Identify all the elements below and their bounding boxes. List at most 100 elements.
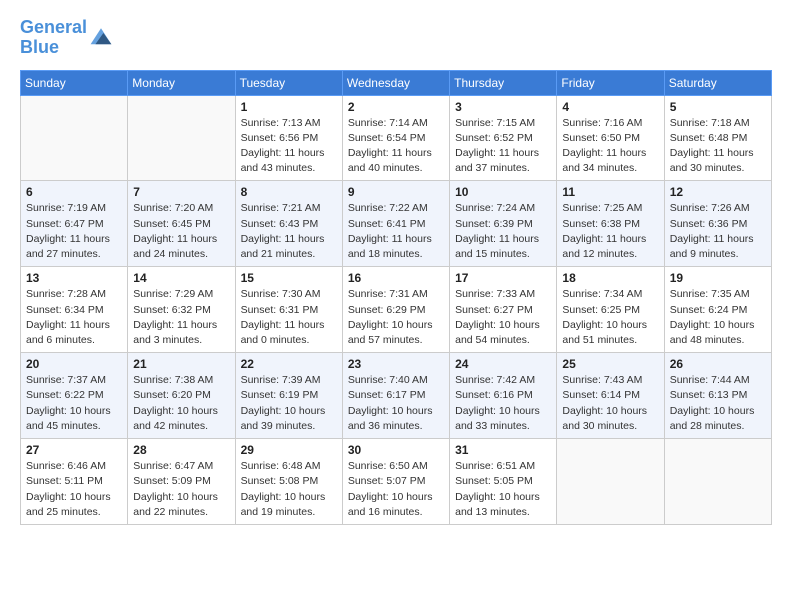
calendar-cell: 23Sunrise: 7:40 AMSunset: 6:17 PMDayligh… xyxy=(342,353,449,439)
day-info: Sunrise: 7:28 AMSunset: 6:34 PMDaylight:… xyxy=(26,287,122,348)
calendar-cell: 26 Sunrise: 7:44 AMSunset: 6:13 PMDayligh… xyxy=(664,353,771,439)
day-number: 3 xyxy=(455,100,551,114)
day-number: 29 xyxy=(241,443,337,457)
calendar-cell: 24 Sunrise: 7:42 AMSunset: 6:16 PMDayligh… xyxy=(450,353,557,439)
weekday-monday: Monday xyxy=(128,70,235,95)
calendar-cell: 1 Sunrise: 7:13 AMSunset: 6:56 PMDaylight… xyxy=(235,95,342,181)
day-info: Sunrise: 7:34 AMSunset: 6:25 PMDaylight:… xyxy=(562,287,658,348)
calendar-cell: 17 Sunrise: 7:33 AMSunset: 6:27 PMDayligh… xyxy=(450,267,557,353)
calendar-cell xyxy=(21,95,128,181)
day-number: 27 xyxy=(26,443,122,457)
weekday-sunday: Sunday xyxy=(21,70,128,95)
day-info: Sunrise: 7:25 AMSunset: 6:38 PMDaylight:… xyxy=(562,201,658,262)
day-number: 2 xyxy=(348,100,444,114)
day-number: 23 xyxy=(348,357,444,371)
calendar-cell: 18 Sunrise: 7:34 AMSunset: 6:25 PMDayligh… xyxy=(557,267,664,353)
day-number: 15 xyxy=(241,271,337,285)
day-number: 26 xyxy=(670,357,766,371)
day-info: Sunrise: 7:20 AMSunset: 6:45 PMDaylight:… xyxy=(133,201,229,262)
calendar-cell: 2 Sunrise: 7:14 AMSunset: 6:54 PMDaylight… xyxy=(342,95,449,181)
weekday-thursday: Thursday xyxy=(450,70,557,95)
calendar-cell xyxy=(664,439,771,525)
day-number: 8 xyxy=(241,185,337,199)
day-info: Sunrise: 7:38 AMSunset: 6:20 PMDaylight:… xyxy=(133,373,229,434)
weekday-friday: Friday xyxy=(557,70,664,95)
weekday-wednesday: Wednesday xyxy=(342,70,449,95)
day-number: 5 xyxy=(670,100,766,114)
day-info: Sunrise: 7:44 AMSunset: 6:13 PMDaylight:… xyxy=(670,373,766,434)
day-number: 12 xyxy=(670,185,766,199)
calendar-cell: 16Sunrise: 7:31 AMSunset: 6:29 PMDayligh… xyxy=(342,267,449,353)
day-info: Sunrise: 7:33 AMSunset: 6:27 PMDaylight:… xyxy=(455,287,551,348)
header: General Blue xyxy=(20,18,772,58)
calendar-cell: 15 Sunrise: 7:30 AMSunset: 6:31 PMDayligh… xyxy=(235,267,342,353)
calendar-cell: 25 Sunrise: 7:43 AMSunset: 6:14 PMDayligh… xyxy=(557,353,664,439)
day-info: Sunrise: 7:18 AMSunset: 6:48 PMDaylight:… xyxy=(670,116,766,177)
day-number: 4 xyxy=(562,100,658,114)
day-info: Sunrise: 7:35 AMSunset: 6:24 PMDaylight:… xyxy=(670,287,766,348)
day-info: Sunrise: 7:43 AMSunset: 6:14 PMDaylight:… xyxy=(562,373,658,434)
logo: General Blue xyxy=(20,18,113,58)
day-info: Sunrise: 6:47 AMSunset: 5:09 PMDaylight:… xyxy=(133,459,229,520)
day-number: 30 xyxy=(348,443,444,457)
day-info: Sunrise: 7:19 AMSunset: 6:47 PMDaylight:… xyxy=(26,201,122,262)
calendar-cell: 19Sunrise: 7:35 AMSunset: 6:24 PMDayligh… xyxy=(664,267,771,353)
logo-text: General Blue xyxy=(20,18,87,58)
week-row-0: 1 Sunrise: 7:13 AMSunset: 6:56 PMDaylight… xyxy=(21,95,772,181)
calendar-cell: 7 Sunrise: 7:20 AMSunset: 6:45 PMDaylight… xyxy=(128,181,235,267)
calendar-cell: 9 Sunrise: 7:22 AMSunset: 6:41 PMDaylight… xyxy=(342,181,449,267)
day-number: 13 xyxy=(26,271,122,285)
calendar-cell: 6 Sunrise: 7:19 AMSunset: 6:47 PMDaylight… xyxy=(21,181,128,267)
week-row-1: 6 Sunrise: 7:19 AMSunset: 6:47 PMDaylight… xyxy=(21,181,772,267)
week-row-4: 27 Sunrise: 6:46 AMSunset: 5:11 PMDayligh… xyxy=(21,439,772,525)
day-number: 31 xyxy=(455,443,551,457)
day-number: 10 xyxy=(455,185,551,199)
day-info: Sunrise: 7:13 AMSunset: 6:56 PMDaylight:… xyxy=(241,116,337,177)
day-info: Sunrise: 6:51 AMSunset: 5:05 PMDaylight:… xyxy=(455,459,551,520)
week-row-2: 13 Sunrise: 7:28 AMSunset: 6:34 PMDayligh… xyxy=(21,267,772,353)
calendar-cell: 4 Sunrise: 7:16 AMSunset: 6:50 PMDaylight… xyxy=(557,95,664,181)
calendar-cell: 20 Sunrise: 7:37 AMSunset: 6:22 PMDayligh… xyxy=(21,353,128,439)
page: General Blue SundayMondayTuesdayWednesda… xyxy=(0,0,792,535)
calendar-cell: 30 Sunrise: 6:50 AMSunset: 5:07 PMDayligh… xyxy=(342,439,449,525)
day-info: Sunrise: 7:39 AMSunset: 6:19 PMDaylight:… xyxy=(241,373,337,434)
calendar-cell: 27 Sunrise: 6:46 AMSunset: 5:11 PMDayligh… xyxy=(21,439,128,525)
day-info: Sunrise: 7:22 AMSunset: 6:41 PMDaylight:… xyxy=(348,201,444,262)
day-number: 11 xyxy=(562,185,658,199)
day-info: Sunrise: 7:37 AMSunset: 6:22 PMDaylight:… xyxy=(26,373,122,434)
calendar-cell: 21Sunrise: 7:38 AMSunset: 6:20 PMDayligh… xyxy=(128,353,235,439)
day-number: 17 xyxy=(455,271,551,285)
day-info: Sunrise: 7:42 AMSunset: 6:16 PMDaylight:… xyxy=(455,373,551,434)
week-row-3: 20 Sunrise: 7:37 AMSunset: 6:22 PMDayligh… xyxy=(21,353,772,439)
day-number: 1 xyxy=(241,100,337,114)
day-info: Sunrise: 7:30 AMSunset: 6:31 PMDaylight:… xyxy=(241,287,337,348)
calendar-cell: 12Sunrise: 7:26 AMSunset: 6:36 PMDayligh… xyxy=(664,181,771,267)
day-info: Sunrise: 7:21 AMSunset: 6:43 PMDaylight:… xyxy=(241,201,337,262)
calendar-cell: 29 Sunrise: 6:48 AMSunset: 5:08 PMDayligh… xyxy=(235,439,342,525)
day-info: Sunrise: 6:50 AMSunset: 5:07 PMDaylight:… xyxy=(348,459,444,520)
day-number: 18 xyxy=(562,271,658,285)
day-number: 22 xyxy=(241,357,337,371)
day-number: 25 xyxy=(562,357,658,371)
calendar-cell xyxy=(128,95,235,181)
day-info: Sunrise: 7:16 AMSunset: 6:50 PMDaylight:… xyxy=(562,116,658,177)
day-info: Sunrise: 7:14 AMSunset: 6:54 PMDaylight:… xyxy=(348,116,444,177)
day-number: 20 xyxy=(26,357,122,371)
day-number: 9 xyxy=(348,185,444,199)
day-info: Sunrise: 7:24 AMSunset: 6:39 PMDaylight:… xyxy=(455,201,551,262)
weekday-saturday: Saturday xyxy=(664,70,771,95)
day-info: Sunrise: 6:48 AMSunset: 5:08 PMDaylight:… xyxy=(241,459,337,520)
day-number: 6 xyxy=(26,185,122,199)
weekday-tuesday: Tuesday xyxy=(235,70,342,95)
calendar-table: SundayMondayTuesdayWednesdayThursdayFrid… xyxy=(20,70,772,525)
calendar-body: 1 Sunrise: 7:13 AMSunset: 6:56 PMDaylight… xyxy=(21,95,772,524)
day-info: Sunrise: 6:46 AMSunset: 5:11 PMDaylight:… xyxy=(26,459,122,520)
calendar-cell: 5 Sunrise: 7:18 AMSunset: 6:48 PMDaylight… xyxy=(664,95,771,181)
day-number: 14 xyxy=(133,271,229,285)
calendar-cell: 14Sunrise: 7:29 AMSunset: 6:32 PMDayligh… xyxy=(128,267,235,353)
calendar-cell: 22 Sunrise: 7:39 AMSunset: 6:19 PMDayligh… xyxy=(235,353,342,439)
day-number: 7 xyxy=(133,185,229,199)
day-number: 24 xyxy=(455,357,551,371)
calendar-cell: 31 Sunrise: 6:51 AMSunset: 5:05 PMDayligh… xyxy=(450,439,557,525)
calendar-cell: 8 Sunrise: 7:21 AMSunset: 6:43 PMDaylight… xyxy=(235,181,342,267)
